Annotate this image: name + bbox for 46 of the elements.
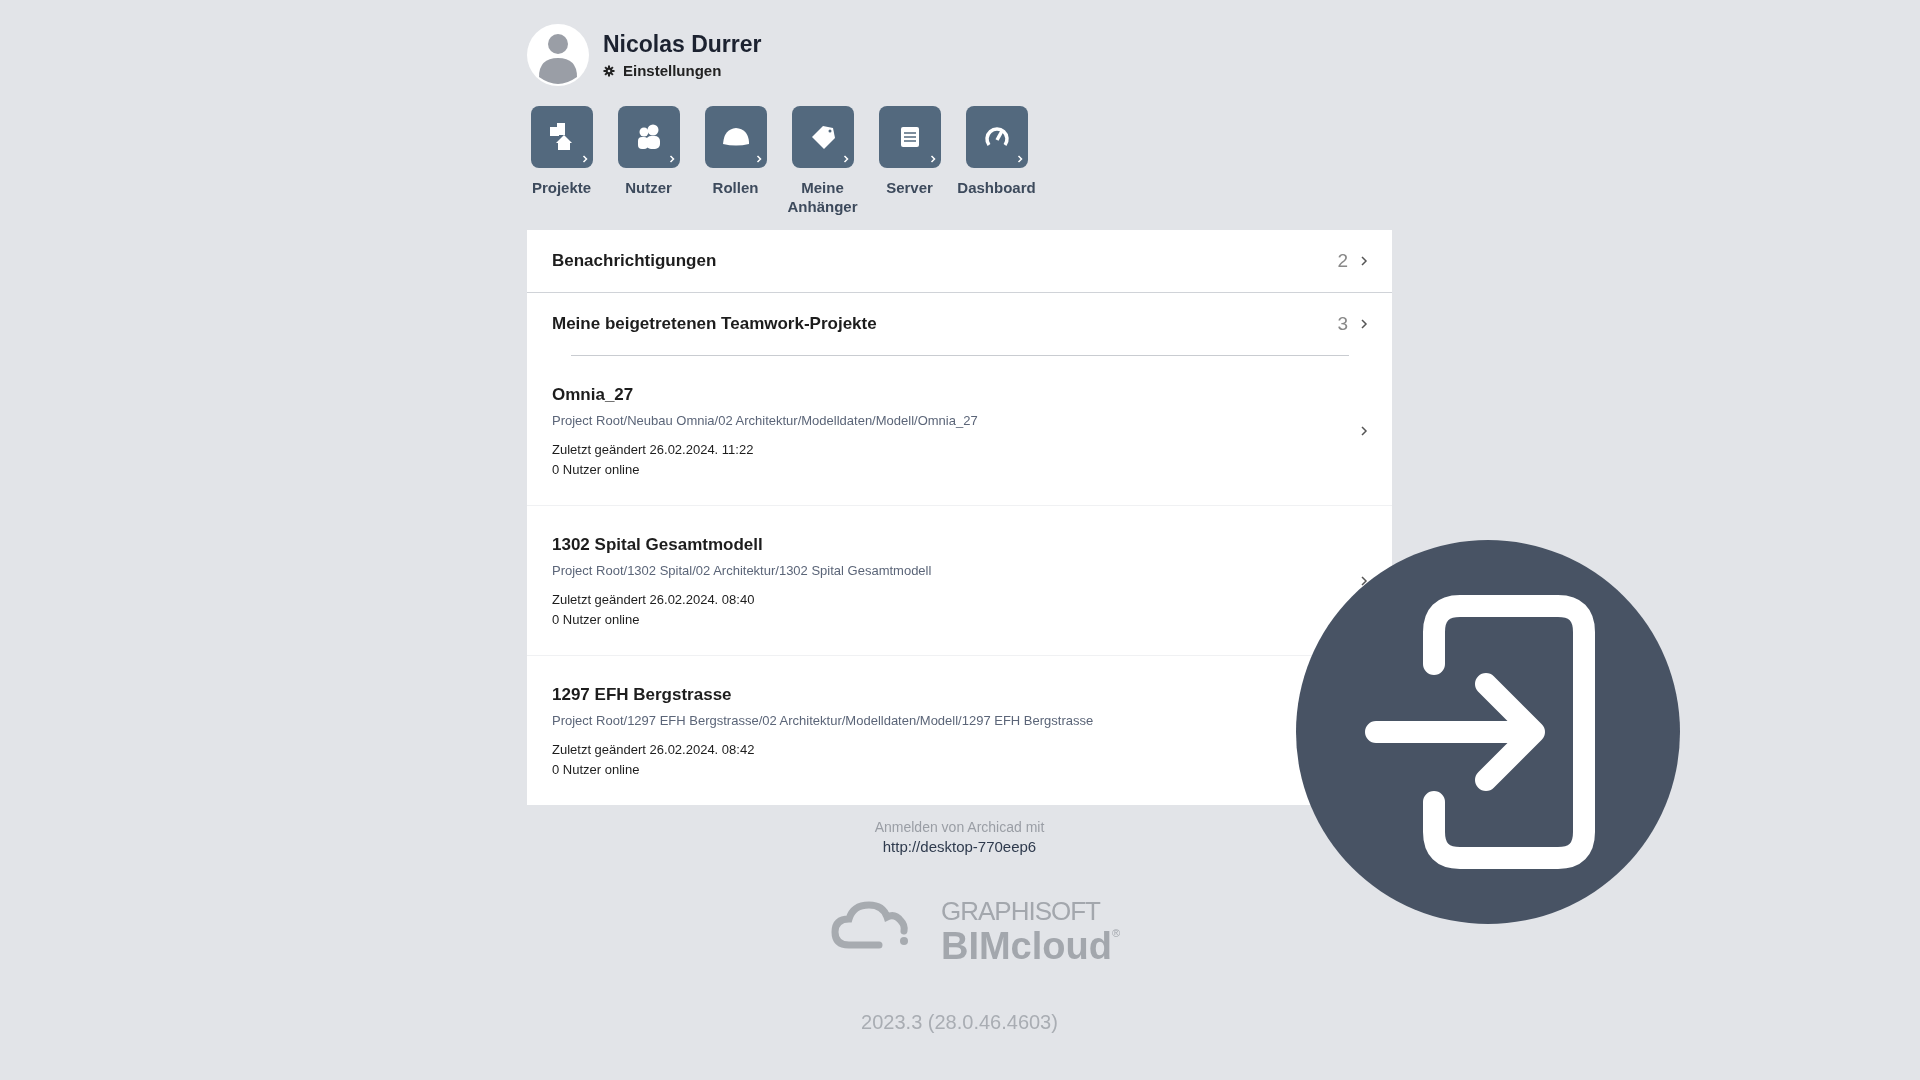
online-users: 0 Nutzer online [552, 761, 640, 777]
teamwork-row[interactable]: Meine beigetretenen Teamwork-Projekte 3 [527, 293, 1392, 355]
shortcut-label: Nutzer [624, 178, 673, 197]
project-name[interactable]: 1302 Spital Gesamtmodell [552, 534, 763, 555]
shortcut-label: Meine Anhänger [786, 178, 859, 216]
version-text: 2023.3 (28.0.46.4603) [861, 1011, 1058, 1034]
project-path: Project Root/1297 EFH Bergstrasse/02 Architektur/Modelldaten/Modell/1297 EFH Bergstrasse [552, 712, 1094, 728]
chevron-icon[interactable] [1360, 575, 1368, 586]
chevron-icon [668, 155, 675, 163]
gear-icon [603, 64, 615, 77]
chevron-icon [1360, 319, 1368, 329]
shortcut-tile[interactable] [965, 106, 1028, 168]
online-users: 0 Nutzer online [552, 611, 640, 627]
shortcut-label: Server [885, 178, 934, 197]
brand-name: GRAPHISOFT [940, 895, 1102, 927]
chevron-icon [755, 155, 762, 163]
chevron-icon [1016, 155, 1023, 163]
shortcut-label: Rollen [711, 178, 760, 197]
product-name: BIMcloud [940, 926, 1112, 965]
shortcut-label: Dashboard [956, 178, 1037, 197]
chevron-icon[interactable] [1360, 425, 1368, 436]
user-name: Nicolas Durrer [603, 31, 762, 58]
chevron-icon [842, 155, 849, 163]
shortcut-tile[interactable] [791, 106, 854, 168]
shortcut-tile[interactable] [878, 106, 941, 168]
shortcut-tile[interactable] [617, 106, 680, 168]
shortcut-tile[interactable] [530, 106, 593, 168]
notifications-row[interactable]: Benachrichtigungen 2 [527, 230, 1392, 293]
chevron-icon [929, 155, 936, 163]
project-name[interactable]: 1297 EFH Bergstrasse [552, 684, 732, 705]
modified-date: Zuletzt geändert 26.02.2024. 08:42 [552, 741, 755, 757]
server-url-link[interactable]: http://desktop-770eep6 [882, 838, 1037, 855]
project-path: Project Root/Neubau Omnia/02 Architektur/Modelldaten/Modell/Omnia_27 [552, 412, 978, 428]
settings-link[interactable]: Einstellungen [603, 62, 762, 79]
project-name[interactable]: Omnia_27 [552, 384, 634, 405]
shortcut-label: Projekte [530, 178, 593, 197]
chevron-icon [581, 155, 588, 163]
project-path: Project Root/1302 Spital/02 Architektur/1302 Spital Gesamtmodell [552, 562, 932, 578]
online-users: 0 Nutzer online [552, 461, 640, 477]
avatar-icon [527, 24, 589, 86]
modified-date: Zuletzt geändert 26.02.2024. 11:22 [552, 441, 754, 457]
login-hint: Anmelden von Archicad mit [874, 819, 1045, 835]
registered-mark: ® [1111, 926, 1121, 939]
shortcut-tile[interactable] [704, 106, 767, 168]
chevron-icon [1360, 256, 1368, 266]
modified-date: Zuletzt geändert 26.02.2024. 08:40 [552, 591, 755, 607]
